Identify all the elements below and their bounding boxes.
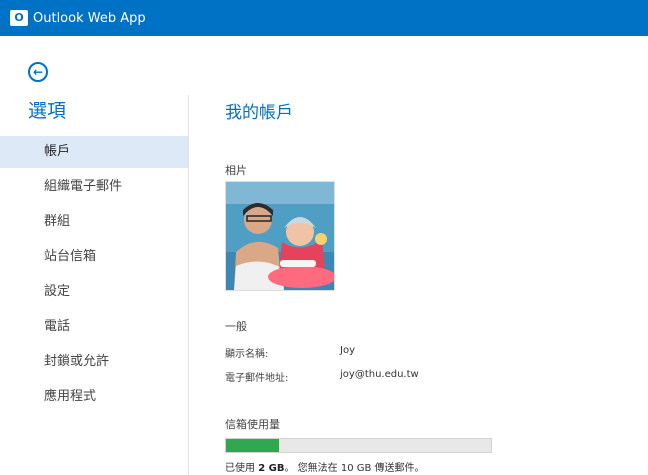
app-title: Outlook Web App bbox=[33, 10, 146, 26]
profile-photo[interactable] bbox=[225, 181, 335, 291]
display-name-value: Joy bbox=[340, 345, 355, 356]
usage-suffix: 。 您無法在 10 GB 傳送郵件。 bbox=[284, 463, 425, 474]
options-title: 選項 bbox=[28, 100, 67, 122]
email-value: joy@thu.edu.tw bbox=[340, 369, 419, 380]
email-label: 電子郵件地址: bbox=[225, 373, 289, 384]
display-name-label: 顯示名稱: bbox=[225, 349, 269, 360]
mailbox-usage-label: 信箱使用量 bbox=[225, 418, 280, 431]
photo-label: 相片 bbox=[225, 164, 247, 177]
sidebar: 選項 帳戶 組織電子郵件 群組 站台信箱 設定 電話 封鎖或允許 應用程式 bbox=[0, 90, 188, 475]
outlook-logo-icon: O bbox=[10, 10, 28, 26]
page-title: 我的帳戶 bbox=[225, 103, 293, 123]
main-content: 我的帳戶 相片 一般 顯示名稱: Joy 電子郵件地址: joy@thu.edu… bbox=[225, 90, 625, 475]
usage-amount: 2 GB bbox=[258, 463, 285, 474]
sidebar-item-phone[interactable]: 電話 bbox=[0, 311, 188, 343]
general-label: 一般 bbox=[225, 320, 247, 333]
sidebar-item-settings[interactable]: 設定 bbox=[0, 276, 188, 308]
back-arrow-icon[interactable]: ← bbox=[28, 62, 48, 82]
mailbox-usage-text: 已使用 2 GB。 您無法在 10 GB 傳送郵件。 bbox=[225, 459, 425, 474]
mailbox-usage-bar bbox=[225, 438, 492, 453]
mailbox-usage-fill bbox=[226, 439, 279, 452]
sidebar-item-groups[interactable]: 群組 bbox=[0, 206, 188, 238]
sidebar-item-block-or-allow[interactable]: 封鎖或允許 bbox=[0, 346, 188, 378]
sidebar-item-organization-email[interactable]: 組織電子郵件 bbox=[0, 171, 188, 203]
sidebar-item-account[interactable]: 帳戶 bbox=[0, 136, 188, 168]
profile-photo-image bbox=[226, 182, 334, 290]
top-bar: O Outlook Web App bbox=[0, 0, 648, 36]
sidebar-divider bbox=[188, 95, 189, 475]
sidebar-item-site-mailboxes[interactable]: 站台信箱 bbox=[0, 241, 188, 273]
sidebar-item-apps[interactable]: 應用程式 bbox=[0, 381, 188, 413]
usage-prefix: 已使用 bbox=[225, 463, 259, 474]
